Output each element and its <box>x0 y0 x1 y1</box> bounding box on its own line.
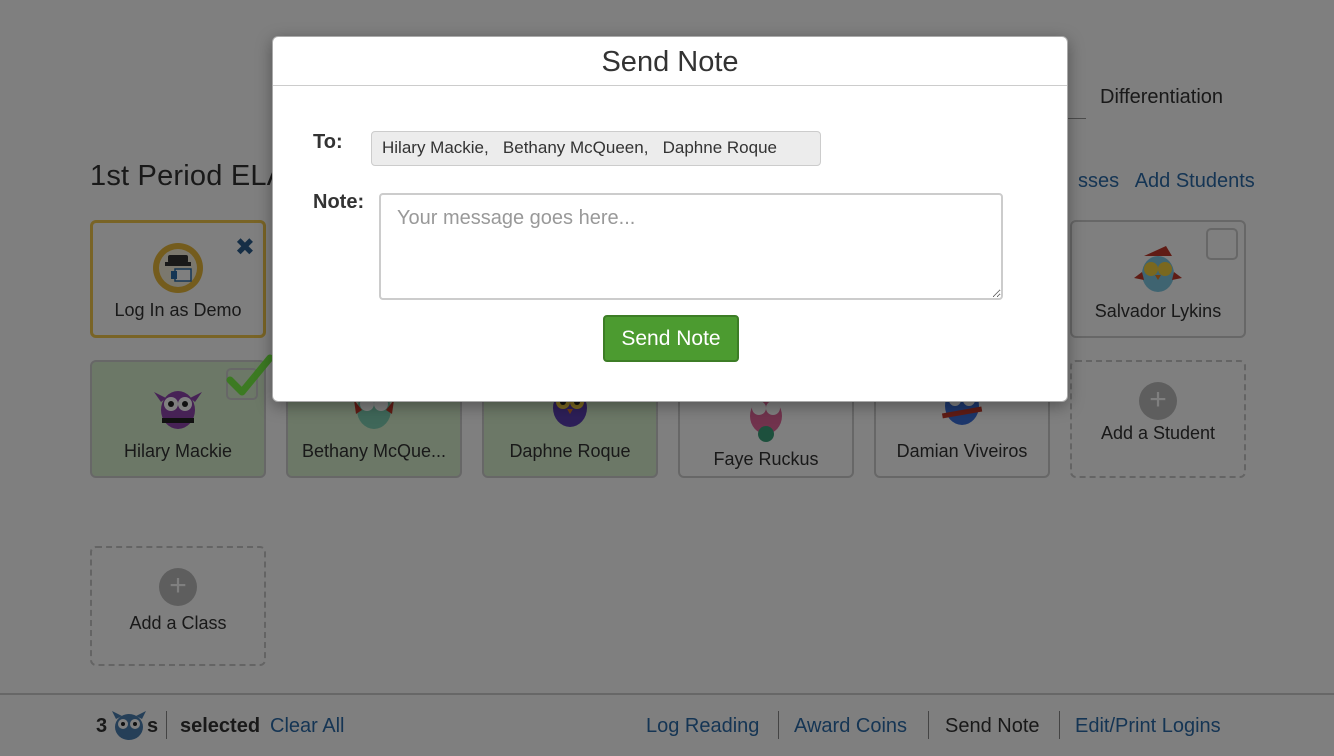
send-note-modal: Send Note To: Hilary Mackie, Bethany McQ… <box>272 36 1068 402</box>
modal-header: Send Note <box>273 37 1067 86</box>
note-textarea[interactable] <box>379 193 1003 300</box>
note-label: Note: <box>313 191 365 213</box>
send-note-button[interactable]: Send Note <box>603 315 739 362</box>
modal-title: Send Note <box>601 46 739 78</box>
checkmark-icon <box>226 354 274 396</box>
recipients-field: Hilary Mackie, Bethany McQueen, Daphne R… <box>371 131 821 166</box>
to-label: To: <box>313 131 343 153</box>
